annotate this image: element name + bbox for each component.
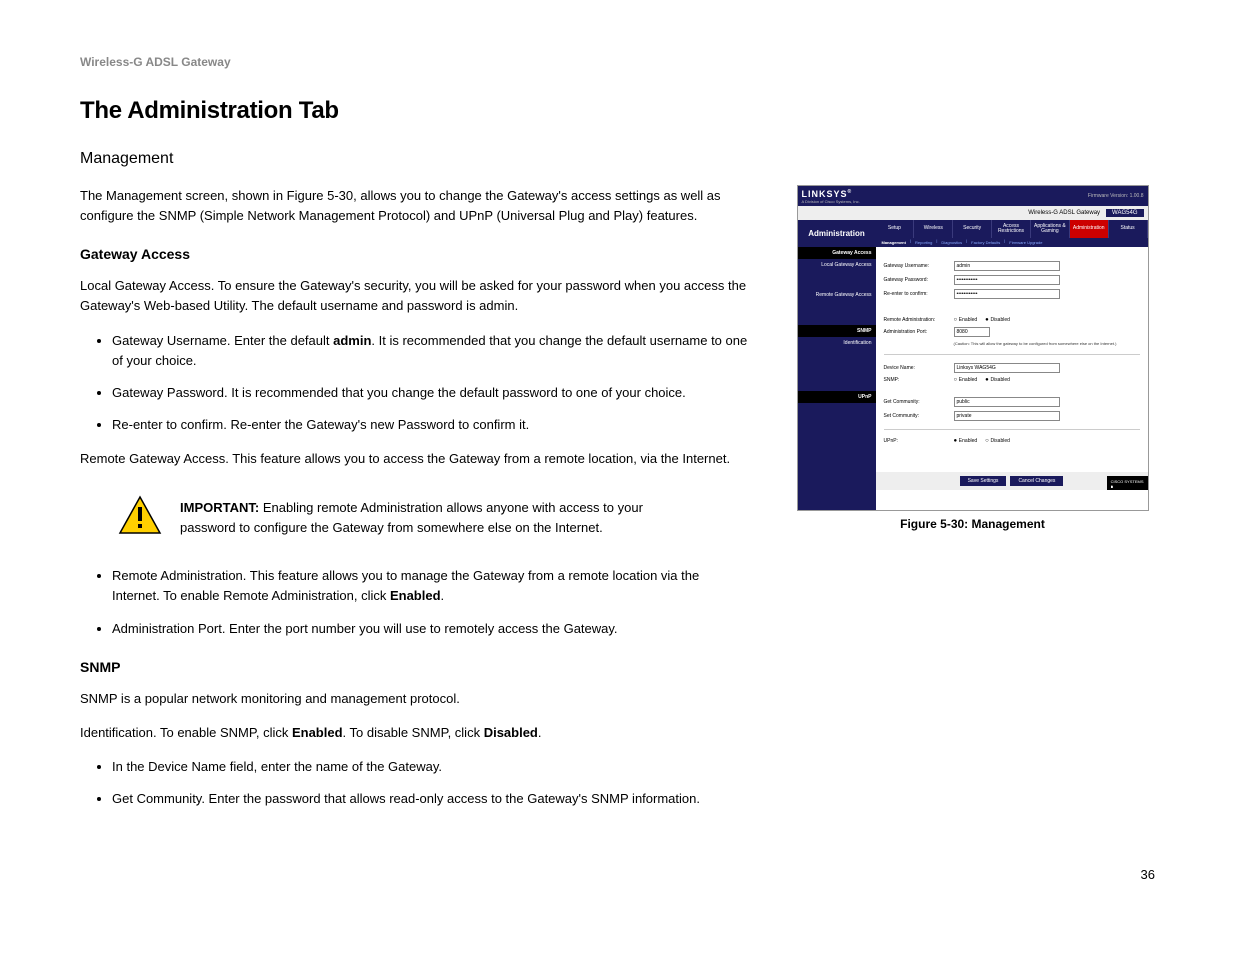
ss-product-title: Wireless-G ADSL Gateway <box>1028 210 1100 216</box>
section-management: Management <box>80 150 750 168</box>
btn-cancel[interactable]: Cancel Changes <box>1010 476 1063 486</box>
li-admin-port: Administration Port. Enter the port numb… <box>112 619 750 639</box>
snmp-intro: SNMP is a popular network monitoring and… <box>80 689 750 709</box>
important-callout: IMPORTANT: Enabling remote Administratio… <box>118 495 678 540</box>
lbl-device-name: Device Name: <box>884 365 954 371</box>
inp-admin-port[interactable]: 8080 <box>954 327 990 337</box>
radio-upnp-enabled[interactable]: Enabled <box>954 438 978 444</box>
heading-gateway-access: Gateway Access <box>80 246 750 262</box>
ss-subtab-report[interactable]: Reporting <box>911 238 936 247</box>
ss-sec-remote: Remote Gateway Access <box>798 289 876 301</box>
inp-reenter[interactable]: •••••••••••• <box>954 289 1060 299</box>
ss-logo: LINKSYS® <box>802 189 860 199</box>
cisco-badge: CISCO SYSTEMSıılıııılıı ıılıııılıı <box>1107 476 1148 490</box>
inp-set-comm[interactable]: private <box>954 411 1060 421</box>
radio-snmp-enabled[interactable]: Enabled <box>954 377 978 383</box>
page-number: 36 <box>1141 867 1155 882</box>
txt-caution: (Caution: This will allow the gateway to… <box>954 341 1140 346</box>
li-get-community: Get Community. Enter the password that a… <box>112 789 750 809</box>
li-remote-admin: Remote Administration. This feature allo… <box>112 566 750 606</box>
heading-snmp: SNMP <box>80 659 750 675</box>
lbl-set-comm: Set Community: <box>884 413 954 419</box>
lbl-get-comm: Get Community: <box>884 399 954 405</box>
ss-sec-gw: Gateway Access <box>798 247 876 259</box>
lbl-password: Gateway Password: <box>884 277 954 283</box>
radio-ra-enabled[interactable]: Enabled <box>954 317 978 323</box>
btn-save[interactable]: Save Settings <box>960 476 1007 486</box>
radio-snmp-disabled[interactable]: Disabled <box>985 377 1010 383</box>
li-device-name: In the Device Name field, enter the name… <box>112 757 750 777</box>
ss-sec-upnp: UPnP <box>798 391 876 403</box>
page-title: The Administration Tab <box>80 97 750 125</box>
ss-tab-status[interactable]: Status <box>1109 220 1148 238</box>
radio-upnp-disabled[interactable]: Disabled <box>985 438 1010 444</box>
local-access-text: Local Gateway Access. To ensure the Gate… <box>80 276 750 316</box>
ss-subtab-factory[interactable]: Factory Defaults <box>967 238 1004 247</box>
ss-tab-admin[interactable]: Administration <box>1070 220 1109 238</box>
ss-tab-wireless[interactable]: Wireless <box>914 220 953 238</box>
ss-subtab-diag[interactable]: Diagnostics <box>937 238 966 247</box>
li-reenter: Re-enter to confirm. Re-enter the Gatewa… <box>112 415 750 435</box>
ss-sublogo: A Division of Cisco Systems, Inc. <box>802 199 860 204</box>
warning-icon <box>118 495 162 540</box>
document-header: Wireless-G ADSL Gateway <box>80 55 750 69</box>
li-password: Gateway Password. It is recommended that… <box>112 383 750 403</box>
ss-side-title: Administration <box>798 220 876 247</box>
figure-caption: Figure 5-30: Management <box>790 517 1155 531</box>
ss-sec-snmp: SNMP <box>798 325 876 337</box>
ss-subtab-mgmt[interactable]: Management <box>878 238 910 247</box>
ss-tab-security[interactable]: Security <box>953 220 992 238</box>
li-username: Gateway Username. Enter the default admi… <box>112 331 750 371</box>
radio-ra-disabled[interactable]: Disabled <box>985 317 1010 323</box>
ss-sec-ident: Identification <box>798 337 876 349</box>
inp-get-comm[interactable]: public <box>954 397 1060 407</box>
remote-access-text: Remote Gateway Access. This feature allo… <box>80 449 750 469</box>
lbl-username: Gateway Username: <box>884 263 954 269</box>
ss-model: WAG54G <box>1106 209 1143 217</box>
important-text: IMPORTANT: Enabling remote Administratio… <box>180 498 678 537</box>
ss-subtab-fw[interactable]: Firmware Upgrade <box>1005 238 1046 247</box>
intro-text: The Management screen, shown in Figure 5… <box>80 186 750 226</box>
lbl-remote-admin: Remote Administration: <box>884 317 954 323</box>
lbl-admin-port: Administration Port: <box>884 329 954 335</box>
inp-username[interactable]: admin <box>954 261 1060 271</box>
lbl-upnp: UPnP: <box>884 438 954 444</box>
snmp-ident: Identification. To enable SNMP, click En… <box>80 723 750 743</box>
lbl-snmp: SNMP: <box>884 377 954 383</box>
lbl-reenter: Re-enter to confirm: <box>884 291 954 297</box>
figure-screenshot: LINKSYS® A Division of Cisco Systems, In… <box>797 185 1149 511</box>
ss-sec-local: Local Gateway Access <box>798 259 876 271</box>
inp-device-name[interactable]: Linksys WAG54G <box>954 363 1060 373</box>
ss-firmware: Firmware Version: 1.00.8 <box>1088 193 1144 199</box>
ss-tab-apps[interactable]: Applications & Gaming <box>1031 220 1070 238</box>
ss-tab-setup[interactable]: Setup <box>876 220 915 238</box>
ss-tab-access[interactable]: Access Restrictions <box>992 220 1031 238</box>
inp-password[interactable]: •••••••••••• <box>954 275 1060 285</box>
